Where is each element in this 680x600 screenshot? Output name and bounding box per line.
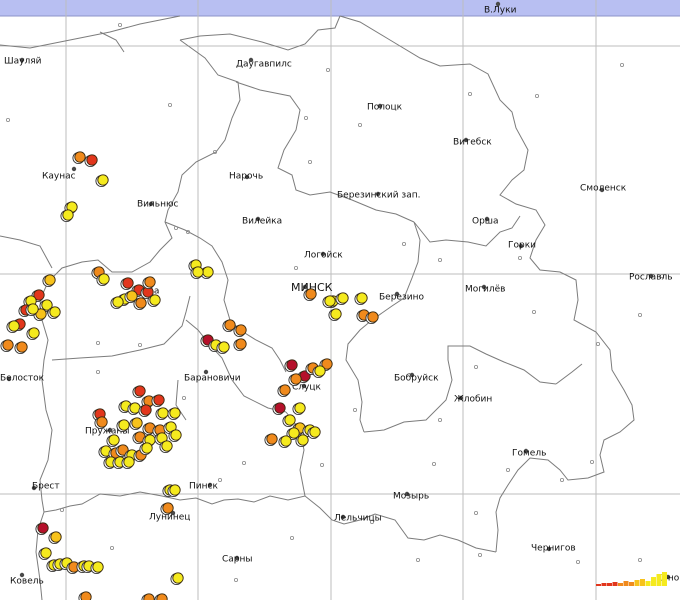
histogram-bar bbox=[629, 582, 634, 586]
histogram-bar bbox=[607, 583, 612, 586]
histogram-bar bbox=[656, 574, 662, 586]
intensity-histogram bbox=[596, 572, 667, 586]
histogram-bar bbox=[640, 579, 645, 586]
histogram-bar bbox=[645, 581, 651, 586]
histogram-bar bbox=[662, 572, 667, 586]
histogram-bar bbox=[623, 581, 629, 586]
histogram-bar bbox=[612, 582, 618, 586]
fire-map[interactable]: В.Луки Шауляй Даугавпилс Полоцк Витебск Кауна… bbox=[0, 0, 680, 600]
fire-legend bbox=[596, 572, 667, 586]
histogram-bar bbox=[596, 584, 601, 586]
histogram-bar bbox=[618, 583, 623, 586]
histogram-bar bbox=[651, 577, 656, 586]
histogram-bar bbox=[601, 583, 607, 586]
histogram-bar bbox=[634, 580, 640, 586]
